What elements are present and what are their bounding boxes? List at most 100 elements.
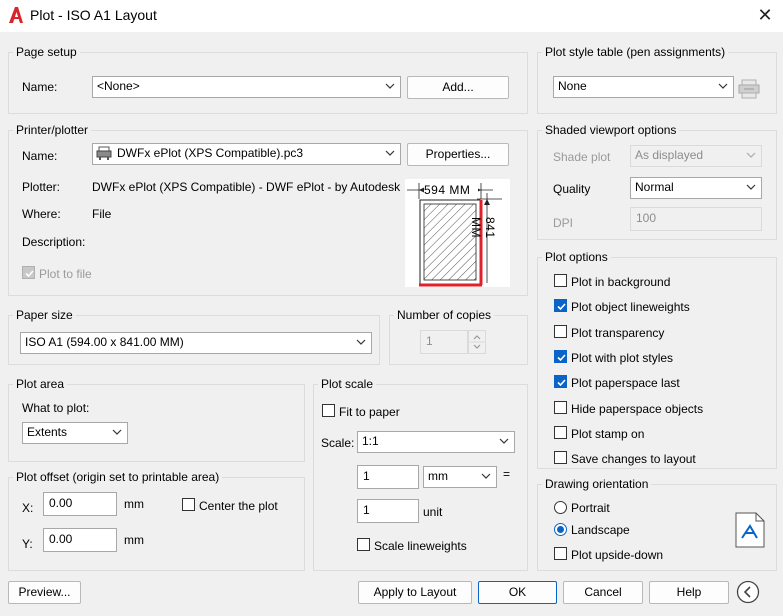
close-icon[interactable]: ✕: [752, 2, 778, 28]
plotter-label: Plotter:: [22, 180, 61, 194]
plot-option-item[interactable]: Plot in background: [554, 274, 764, 290]
x-offset-unit: mm: [124, 497, 144, 511]
chevron-down-icon: [385, 83, 395, 89]
what-to-plot-label: What to plot:: [22, 401, 90, 415]
chevron-down-icon: [718, 83, 728, 89]
x-offset-input[interactable]: 0.00: [43, 492, 117, 516]
center-plot-label: Center the plot: [199, 499, 278, 513]
scale-unit-label: unit: [423, 505, 443, 519]
plot-option-checkbox[interactable]: [554, 350, 567, 363]
scale-lineweights-label: Scale lineweights: [374, 539, 467, 553]
paper-height-label: 841 MM: [469, 217, 497, 239]
paper-size-select[interactable]: ISO A1 (594.00 x 841.00 MM): [20, 332, 372, 354]
portrait-radio[interactable]: [554, 501, 567, 514]
plot-option-label: Plot in background: [571, 275, 671, 289]
plot-option-label: Hide paperspace objects: [571, 402, 704, 416]
plot-option-item[interactable]: Plot paperspace last: [554, 375, 764, 391]
shade-plot-select[interactable]: As displayed: [630, 145, 762, 167]
center-plot-checkbox[interactable]: [182, 498, 195, 511]
scale-paper-units-input[interactable]: 1: [357, 465, 419, 489]
plot-to-file-checkbox[interactable]: [22, 266, 35, 279]
plot-option-checkbox[interactable]: [554, 375, 567, 388]
scale-lineweights-checkbox[interactable]: [357, 538, 370, 551]
plotter-icon: [96, 146, 112, 160]
copies-spinner[interactable]: [468, 330, 486, 354]
dpi-input[interactable]: 100: [630, 207, 762, 231]
cancel-button[interactable]: Cancel: [563, 581, 643, 604]
plot-style-table-select[interactable]: None: [553, 76, 734, 98]
y-offset-label: Y:: [22, 537, 33, 551]
scale-units-value: mm: [428, 469, 448, 483]
plot-option-checkbox[interactable]: [554, 426, 567, 439]
copies-input[interactable]: 1: [420, 330, 468, 354]
chevron-down-icon: [746, 152, 756, 158]
plot-option-item[interactable]: Plot with plot styles: [554, 350, 764, 366]
add-page-setup-button[interactable]: Add...: [407, 76, 509, 99]
plot-style-table-title: Plot style table (pen assignments): [542, 45, 729, 59]
page-setup-title: Page setup: [13, 45, 80, 59]
y-offset-unit: mm: [124, 533, 144, 547]
chevron-down-icon: [385, 150, 395, 156]
scale-units-select[interactable]: mm: [423, 466, 497, 488]
chevron-down-icon: [112, 429, 122, 435]
portrait-label: Portrait: [571, 501, 610, 515]
printer-title: Printer/plotter: [13, 123, 92, 137]
paper-size-value: ISO A1 (594.00 x 841.00 MM): [25, 335, 184, 349]
plot-scale-title: Plot scale: [318, 377, 377, 391]
paper-preview: 594 MM 841 MM: [405, 179, 510, 287]
plot-option-checkbox[interactable]: [554, 274, 567, 287]
y-offset-input[interactable]: 0.00: [43, 528, 117, 552]
what-to-plot-select[interactable]: Extents: [22, 422, 128, 444]
plot-upside-down-checkbox[interactable]: [554, 547, 567, 560]
plot-option-checkbox[interactable]: [554, 325, 567, 338]
plot-option-checkbox[interactable]: [554, 299, 567, 312]
plot-option-item[interactable]: Plot transparency: [554, 325, 764, 341]
properties-button[interactable]: Properties...: [407, 143, 509, 166]
collapse-options-icon[interactable]: [736, 580, 760, 604]
edit-plot-style-icon[interactable]: [738, 79, 760, 99]
plot-option-label: Plot stamp on: [571, 427, 645, 441]
scale-drawing-units-input[interactable]: 1: [357, 499, 419, 523]
plot-option-item[interactable]: Hide paperspace objects: [554, 401, 764, 417]
dpi-label: DPI: [553, 216, 574, 230]
help-button[interactable]: Help: [649, 581, 729, 604]
plot-option-label: Plot paperspace last: [571, 376, 680, 390]
plot-option-checkbox[interactable]: [554, 451, 567, 464]
plot-option-label: Plot object lineweights: [571, 300, 690, 314]
page-setup-name-select[interactable]: <None>: [92, 76, 401, 98]
quality-value: Normal: [635, 180, 674, 194]
plot-style-table-value: None: [558, 79, 587, 93]
description-label: Description:: [22, 235, 86, 249]
what-to-plot-value: Extents: [27, 425, 68, 439]
check-icon: [557, 303, 566, 311]
paper-size-title: Paper size: [13, 308, 76, 322]
printer-name-select[interactable]: DWFx ePlot (XPS Compatible).pc3: [92, 143, 401, 165]
plot-option-item[interactable]: Plot object lineweights: [554, 299, 764, 315]
shade-plot-label: Shade plot: [553, 150, 611, 164]
quality-select[interactable]: Normal: [630, 177, 762, 199]
preview-button[interactable]: Preview...: [8, 581, 81, 604]
spinner-arrows-icon: [469, 335, 485, 349]
plot-option-item[interactable]: Plot stamp on: [554, 426, 764, 442]
plot-option-item[interactable]: Save changes to layout: [554, 451, 764, 467]
plot-option-label: Save changes to layout: [571, 452, 696, 466]
page-setup-name-value: <None>: [97, 79, 140, 93]
page-setup-name-label: Name:: [22, 80, 58, 94]
plot-option-label: Plot with plot styles: [571, 351, 674, 365]
where-label: Where:: [22, 207, 61, 221]
scale-value: 1:1: [362, 434, 379, 448]
ok-button[interactable]: OK: [478, 581, 557, 604]
fit-to-paper-checkbox[interactable]: [322, 404, 335, 417]
landscape-radio[interactable]: [554, 523, 567, 536]
scale-select[interactable]: 1:1: [357, 431, 515, 453]
chevron-down-icon: [481, 473, 491, 479]
window-title: Plot - ISO A1 Layout: [30, 7, 157, 23]
check-icon: [25, 270, 34, 278]
shaded-viewport-title: Shaded viewport options: [542, 123, 680, 137]
chevron-down-icon: [746, 184, 756, 190]
apply-to-layout-button[interactable]: Apply to Layout: [358, 581, 472, 604]
scale-equals: =: [503, 467, 511, 481]
shade-plot-value: As displayed: [635, 148, 704, 162]
chevron-down-icon: [356, 339, 366, 345]
plot-option-checkbox[interactable]: [554, 401, 567, 414]
